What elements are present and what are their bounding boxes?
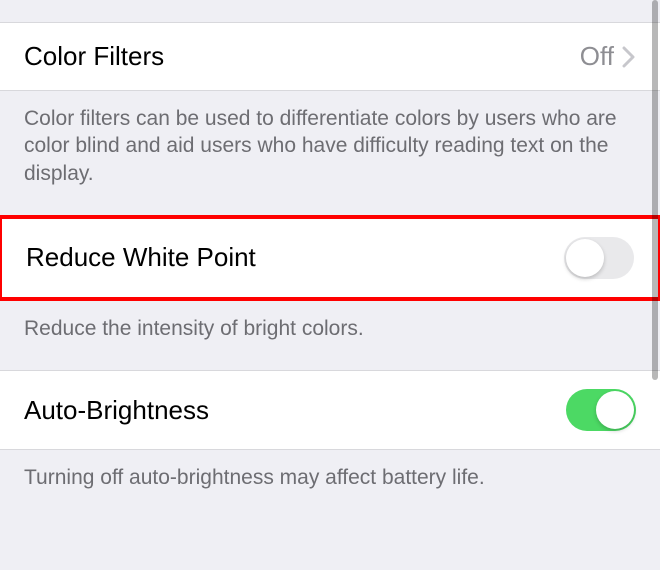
- reduce-white-point-toggle[interactable]: [564, 237, 634, 279]
- row-value: Off: [580, 41, 636, 72]
- scrollbar[interactable]: [652, 0, 658, 380]
- reduce-white-point-row[interactable]: Reduce White Point: [2, 219, 658, 297]
- highlight-annotation: Reduce White Point: [0, 215, 660, 301]
- auto-brightness-toggle[interactable]: [566, 389, 636, 431]
- settings-list: Color Filters Off Color filters can be u…: [0, 0, 660, 519]
- color-filters-value: Off: [580, 41, 614, 72]
- reduce-white-point-label: Reduce White Point: [26, 242, 256, 273]
- auto-brightness-footer: Turning off auto-brightness may affect b…: [0, 450, 660, 519]
- auto-brightness-row[interactable]: Auto-Brightness: [0, 370, 660, 450]
- color-filters-label: Color Filters: [24, 41, 164, 72]
- auto-brightness-label: Auto-Brightness: [24, 395, 209, 426]
- chevron-right-icon: [622, 46, 636, 68]
- toggle-knob: [596, 391, 634, 429]
- color-filters-row[interactable]: Color Filters Off: [0, 22, 660, 91]
- toggle-knob: [566, 239, 604, 277]
- reduce-white-point-footer: Reduce the intensity of bright colors.: [0, 301, 660, 370]
- color-filters-footer: Color filters can be used to differentia…: [0, 91, 660, 215]
